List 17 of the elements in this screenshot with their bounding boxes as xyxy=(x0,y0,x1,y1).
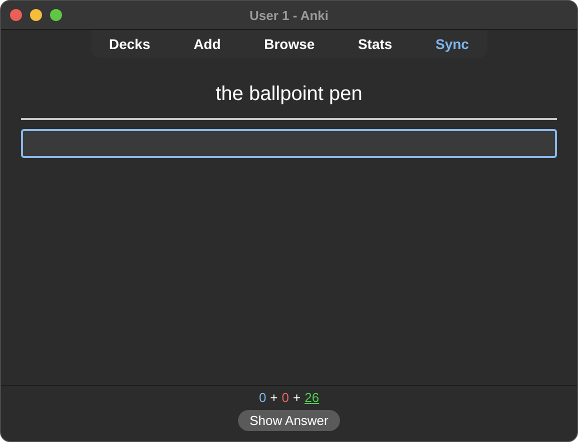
show-answer-button[interactable]: Show Answer xyxy=(238,410,340,431)
review-count: 26 xyxy=(304,390,320,406)
toolbar-link[interactable]: Browse xyxy=(264,36,315,52)
window-title: User 1 - Anki xyxy=(250,8,328,22)
close-icon[interactable] xyxy=(10,9,22,21)
review-count: 0 xyxy=(258,390,266,406)
plus-sign: + xyxy=(293,390,301,406)
toolbar-link[interactable]: Sync xyxy=(435,36,469,52)
review-count: 0 xyxy=(282,390,289,406)
answer-input-field[interactable] xyxy=(21,129,557,158)
question-text: the ballpoint pen xyxy=(214,83,364,107)
toolbar-link[interactable]: Decks xyxy=(109,36,150,52)
minimize-icon[interactable] xyxy=(30,9,42,21)
zoom-icon[interactable] xyxy=(50,9,62,21)
plus-sign: + xyxy=(270,390,278,406)
toolbar-link[interactable]: Add xyxy=(194,36,221,52)
toolbar-link[interactable]: Stats xyxy=(358,36,392,52)
